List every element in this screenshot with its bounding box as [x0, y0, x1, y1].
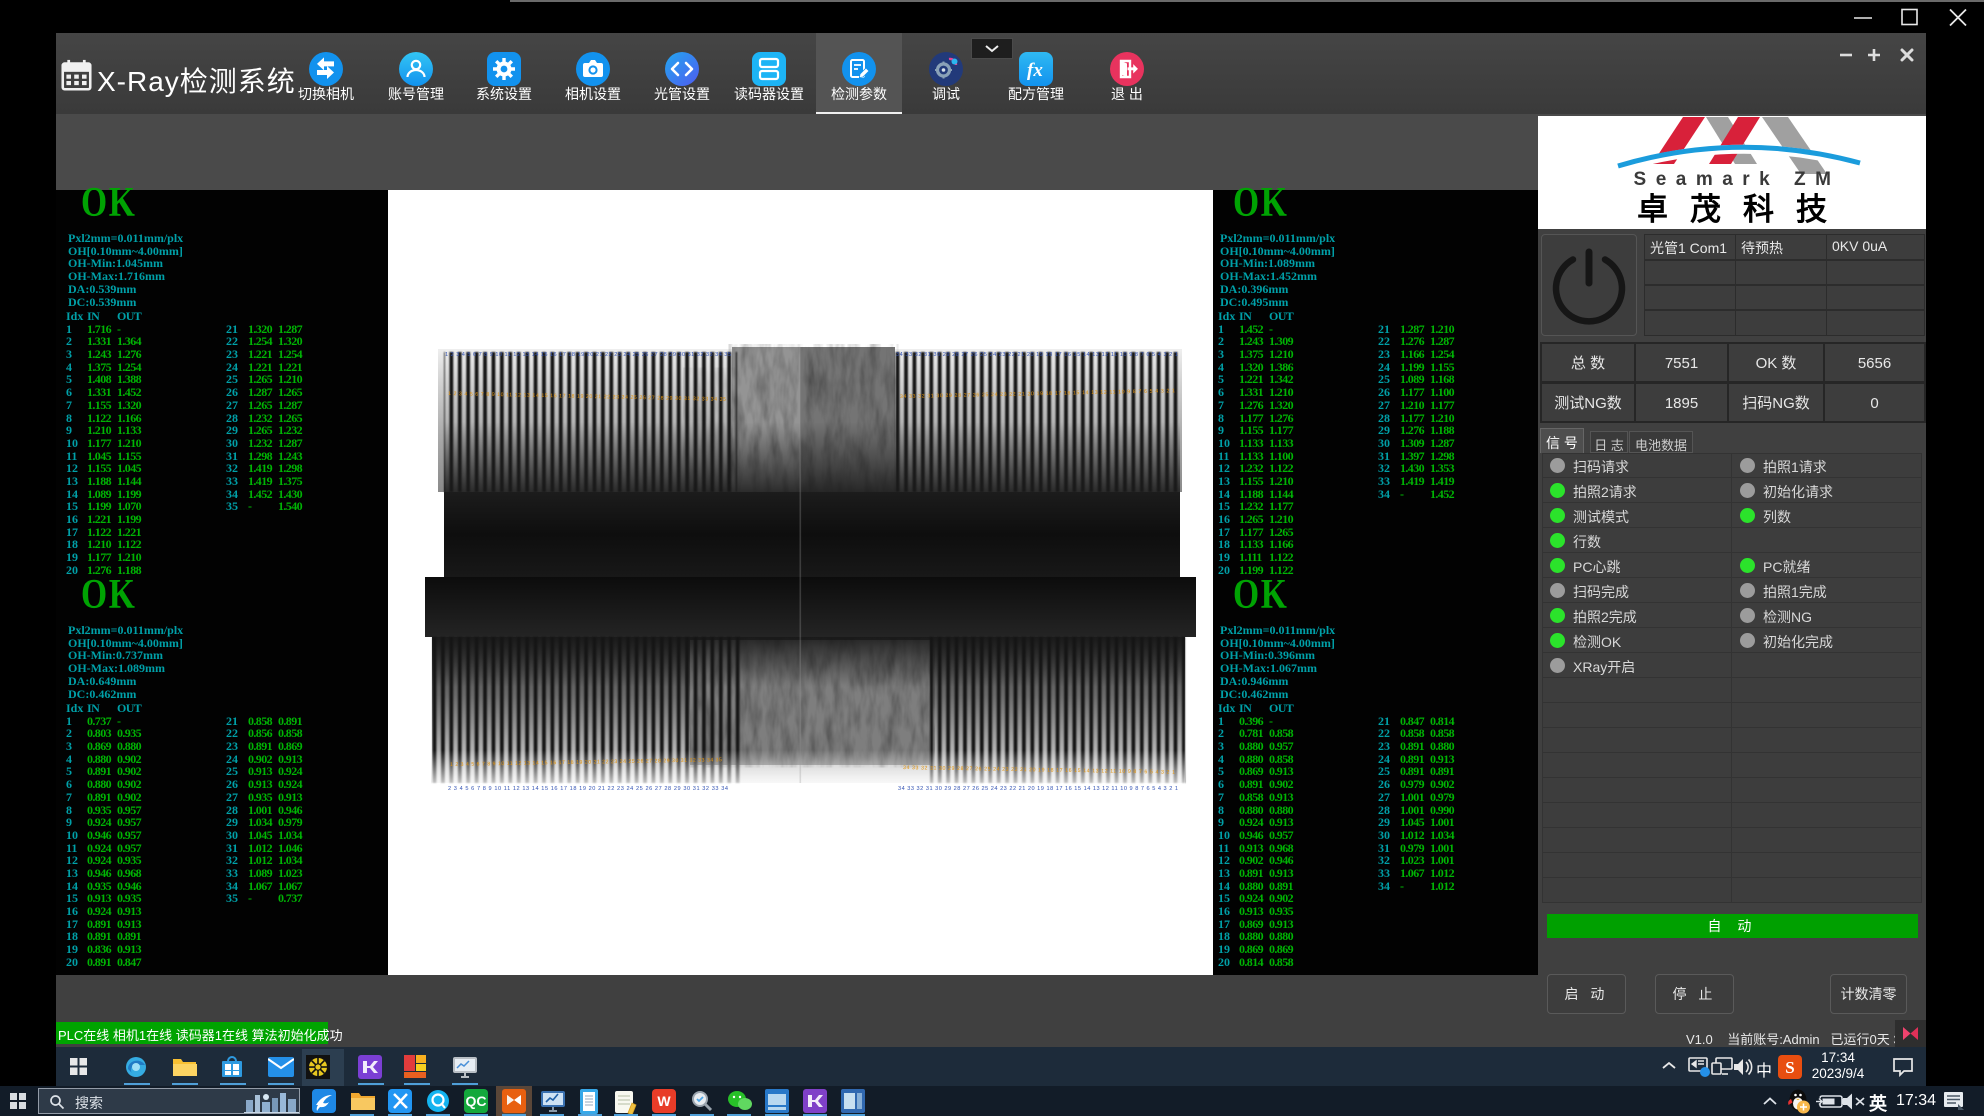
- svg-text:卓茂科技: 卓茂科技: [1637, 192, 1849, 227]
- svg-text:fx: fx: [1027, 60, 1043, 81]
- svg-text:34 33 32 31 30 29 28 27 26 25: 34 33 32 31 30 29 28 27 26 25 24 23 22 2…: [896, 352, 1178, 358]
- svg-text:1 2 3 4 5 6 7 8 9 10 11 12 13: 1 2 3 4 5 6 7 8 9 10 11 12 13 14 15 16 1…: [445, 352, 731, 358]
- svg-text:S: S: [1785, 1058, 1794, 1077]
- svg-text:Seamark ZM: Seamark ZM: [1634, 169, 1841, 190]
- svg-text:2 3 4 5 6 7 8 9 10 11 12 13 14: 2 3 4 5 6 7 8 9 10 11 12 13 14 15 16 17 …: [448, 786, 728, 792]
- svg-text:34 33 32 31 30 29 28 27 26 25: 34 33 32 31 30 29 28 27 26 25 24 23 22 2…: [898, 786, 1178, 792]
